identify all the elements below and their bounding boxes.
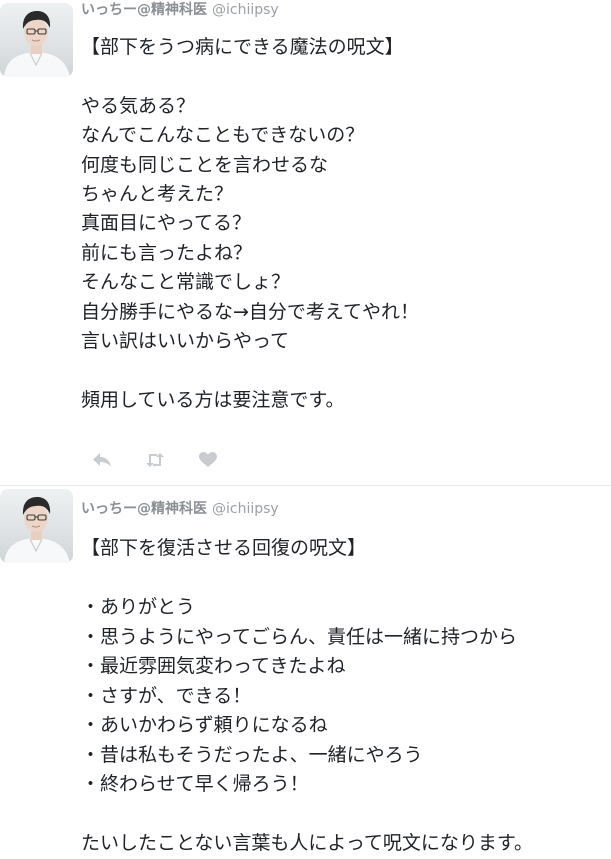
- retweet-button[interactable]: [144, 449, 166, 471]
- retweet-icon: [146, 453, 164, 467]
- like-button[interactable]: [197, 449, 219, 471]
- tweet-header: いっちー@精神科医 @ichiipsy: [81, 499, 279, 519]
- tweet-text-line: ・昔は私もそうだったよ、一緒にやろう: [81, 743, 423, 766]
- tweet-text: 【部下を復活させる回復の呪文】 ・ありがとう ・思うようにやってごらん、責任は一…: [81, 534, 533, 859]
- tweet-text-line: 前にも言ったよね？: [81, 241, 253, 264]
- tweet-text-line: [81, 356, 419, 385]
- tweet-text-line: [81, 62, 419, 91]
- tweet-text-line: ・あいかわらず頼りになるね: [81, 714, 328, 736]
- tweet-header: いっちー@精神科医 @ichiipsy: [81, 0, 279, 20]
- tweet-text-line: 真面目にやってる？: [81, 212, 252, 235]
- tweet[interactable]: いっちー@精神科医 @ichiipsy 【部下を復活させる回復の呪文】 ・ありがと…: [0, 487, 611, 854]
- tweet-text-line: ・終わらせて早く帰ろう！: [81, 773, 309, 795]
- reply-button[interactable]: [91, 449, 113, 471]
- tweet-text: 【部下をうつ病にできる魔法の呪文】 やる気ある？ なんでこんなこともできないの？…: [81, 33, 419, 415]
- tweet-text-line: やる気ある？: [81, 94, 196, 117]
- tweet-actions: [91, 449, 250, 471]
- author-display-name[interactable]: いっちー@精神科医: [81, 2, 207, 18]
- tweet-text-line: 頻用している方は要注意です。: [81, 388, 345, 411]
- tweet-text-line: そんなこと常識でしょ？: [81, 271, 291, 294]
- tweet-text-line: 自分勝手にやるな→自分で考えてやれ！: [81, 300, 419, 323]
- tweet-divider: [0, 485, 611, 486]
- avatar[interactable]: [0, 489, 73, 563]
- author-handle[interactable]: @ichiipsy: [212, 501, 279, 517]
- tweet-text-line: ・ありがとう: [81, 596, 196, 618]
- heart-icon: [199, 452, 217, 467]
- tweet-text-line: なんでこんなこともできないの？: [81, 124, 365, 147]
- tweet-text-line: [81, 800, 533, 830]
- tweet-text-line: ・最近雰囲気変わってきたよね: [81, 655, 346, 677]
- tweet-text-line: ・思うようにやってごらん、責任は一緒に持つから: [81, 625, 518, 648]
- tweet-text-line: [81, 564, 533, 594]
- tweet[interactable]: いっちー@精神科医 @ichiipsy 【部下をうつ病にできる魔法の呪文】 やる気…: [0, 0, 611, 485]
- author-handle[interactable]: @ichiipsy: [212, 2, 279, 18]
- tweet-text-line: ちゃんと考えた？: [81, 182, 234, 205]
- avatar[interactable]: [0, 3, 73, 77]
- tweet-text-line: 何度も同じことを言わせるな: [81, 153, 329, 176]
- reply-icon: [93, 453, 111, 467]
- tweet-text-line: ・さすが、できる！: [81, 684, 252, 707]
- author-display-name[interactable]: いっちー@精神科医: [81, 501, 207, 517]
- tweet-text-line: 言い訳はいいからやって: [81, 329, 290, 352]
- tweet-text-line: 【部下を復活させる回復の呪文】: [81, 537, 367, 559]
- tweet-text-line: 【部下をうつ病にできる魔法の呪文】: [81, 36, 404, 58]
- tweet-text-line: たいしたことない言葉も人によって呪文になります。: [81, 832, 534, 854]
